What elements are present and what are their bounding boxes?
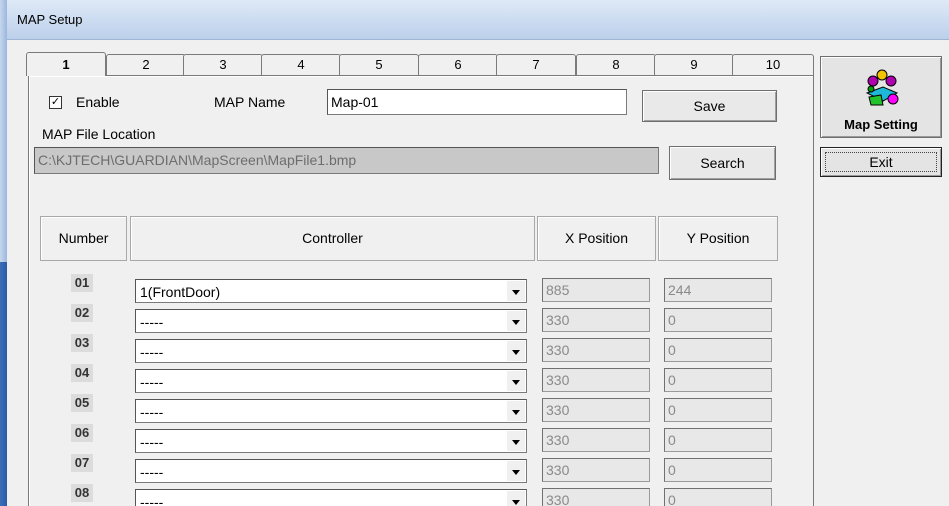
enable-label: Enable: [76, 94, 120, 110]
tab-10[interactable]: 10: [732, 54, 814, 75]
controller-value: -----: [140, 494, 164, 506]
y-position-input[interactable]: 0: [664, 458, 772, 482]
row-number: 01: [71, 274, 93, 292]
controller-value: -----: [140, 404, 164, 420]
tab-4[interactable]: 4: [261, 54, 341, 75]
controller-dropdown[interactable]: -----: [135, 399, 527, 423]
row-number: 04: [71, 364, 93, 382]
controller-value: -----: [140, 344, 164, 360]
map-name-input[interactable]: Map-01: [327, 89, 627, 115]
controller-value: 1(FrontDoor): [140, 284, 221, 300]
chevron-down-icon[interactable]: [507, 491, 525, 506]
x-position-input[interactable]: 330: [542, 398, 650, 422]
controller-value: -----: [140, 314, 164, 330]
y-position-input[interactable]: 0: [664, 488, 772, 506]
chevron-down-icon[interactable]: [507, 461, 525, 481]
chevron-down-icon[interactable]: [507, 281, 525, 301]
row-number: 07: [71, 454, 93, 472]
x-position-input[interactable]: 330: [542, 428, 650, 452]
enable-checkbox[interactable]: ✓: [49, 96, 62, 109]
x-position-input[interactable]: 330: [542, 488, 650, 506]
controller-value: -----: [140, 434, 164, 450]
controller-dropdown[interactable]: -----: [135, 459, 527, 483]
tab-1[interactable]: 1: [26, 52, 106, 76]
x-position-input[interactable]: 885: [542, 278, 650, 302]
row-number: 03: [71, 334, 93, 352]
controller-value: -----: [140, 464, 164, 480]
controller-dropdown[interactable]: -----: [135, 429, 527, 453]
tab-panel: ✓ Enable MAP Name Map-01 Save MAP File L…: [28, 75, 814, 506]
x-position-column-header: X Position: [537, 216, 656, 261]
tab-7[interactable]: 7: [496, 54, 576, 75]
controller-value: -----: [140, 374, 164, 390]
y-position-input[interactable]: 0: [664, 428, 772, 452]
y-position-column-header: Y Position: [658, 216, 778, 261]
exit-button[interactable]: Exit: [820, 147, 942, 177]
map-setting-button[interactable]: Map Setting: [820, 56, 942, 138]
map-file-location-label: MAP File Location: [42, 126, 156, 142]
tab-3[interactable]: 3: [183, 54, 263, 75]
y-position-input[interactable]: 0: [664, 308, 772, 332]
search-button[interactable]: Search: [669, 146, 776, 180]
tab-strip: 1 2 3 4 5 6 7 8 9 10: [26, 52, 816, 76]
tab-9[interactable]: 9: [654, 54, 734, 75]
row-number: 05: [71, 394, 93, 412]
window-left-frame: [0, 0, 7, 506]
controller-dropdown[interactable]: -----: [135, 489, 527, 506]
controller-dropdown[interactable]: 1(FrontDoor): [135, 279, 527, 303]
map-setting-label: Map Setting: [844, 117, 918, 132]
x-position-input[interactable]: 330: [542, 368, 650, 392]
chevron-down-icon[interactable]: [507, 341, 525, 361]
y-position-input[interactable]: 0: [664, 338, 772, 362]
tab-8[interactable]: 8: [576, 54, 656, 75]
y-position-input[interactable]: 0: [664, 368, 772, 392]
controller-dropdown[interactable]: -----: [135, 369, 527, 393]
tab-5[interactable]: 5: [339, 54, 419, 75]
controller-dropdown[interactable]: -----: [135, 309, 527, 333]
window-title: MAP Setup: [17, 12, 83, 27]
x-position-input[interactable]: 330: [542, 338, 650, 362]
chevron-down-icon[interactable]: [507, 431, 525, 451]
row-number: 02: [71, 304, 93, 322]
chevron-down-icon[interactable]: [507, 401, 525, 421]
map-name-label: MAP Name: [214, 94, 286, 110]
save-button[interactable]: Save: [642, 90, 777, 122]
title-bar[interactable]: MAP Setup: [7, 0, 949, 40]
number-column-header: Number: [40, 216, 127, 261]
tab-6[interactable]: 6: [418, 54, 498, 75]
row-number: 08: [71, 484, 93, 502]
y-position-input[interactable]: 0: [664, 398, 772, 422]
controller-dropdown[interactable]: -----: [135, 339, 527, 363]
x-position-input[interactable]: 330: [542, 458, 650, 482]
map-setup-window: MAP Setup 1 2 3 4 5 6 7 8 9 10 ✓ Enable …: [0, 0, 949, 506]
chevron-down-icon[interactable]: [507, 371, 525, 391]
map-pins-icon: [865, 69, 899, 106]
tab-2[interactable]: 2: [106, 54, 186, 75]
client-area: 1 2 3 4 5 6 7 8 9 10 ✓ Enable MAP Name M…: [7, 40, 949, 506]
row-number: 06: [71, 424, 93, 442]
y-position-input[interactable]: 244: [664, 278, 772, 302]
chevron-down-icon[interactable]: [507, 311, 525, 331]
controller-column-header: Controller: [130, 216, 535, 261]
x-position-input[interactable]: 330: [542, 308, 650, 332]
map-file-location-input[interactable]: C:\KJTECH\GUARDIAN\MapScreen\MapFile1.bm…: [34, 147, 659, 174]
